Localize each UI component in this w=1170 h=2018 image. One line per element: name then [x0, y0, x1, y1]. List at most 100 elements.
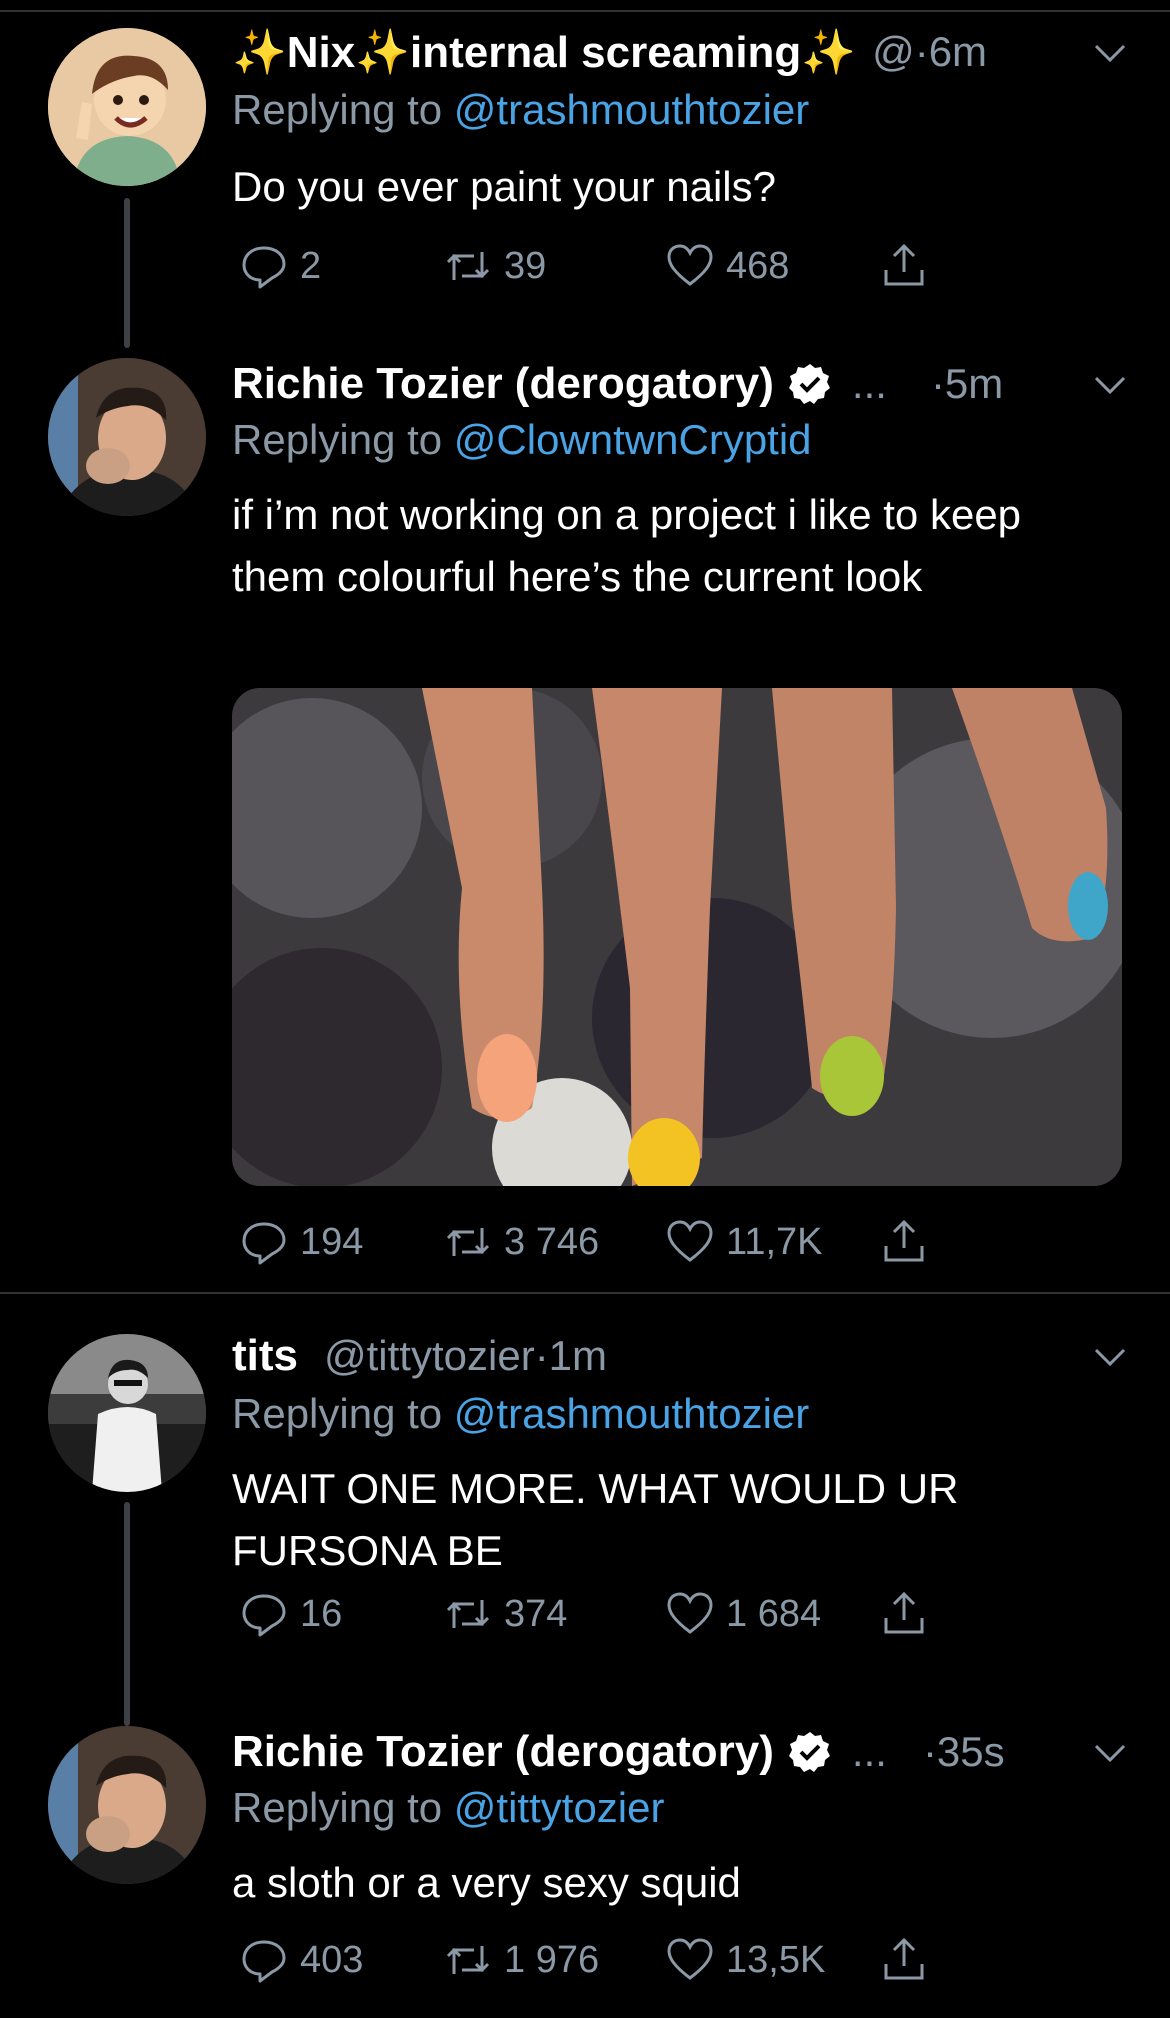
tweet-text: a sloth or a very sexy squid	[232, 1859, 741, 1906]
like-count: 1 684	[726, 1592, 822, 1635]
tweet-actions: 403 1 976 13,5K	[232, 1930, 952, 1990]
display-name[interactable]: tits	[232, 1331, 298, 1381]
tweet-actions: 194 3 746 11,7K	[232, 1212, 952, 1272]
reply-icon	[242, 1594, 286, 1637]
chevron-down-icon[interactable]	[1090, 364, 1130, 404]
tweet-text: if i’m not working on a project i like t…	[232, 491, 1022, 600]
tweet-1[interactable]: ✨Nix✨internal screaming✨ @·6m Replying t…	[0, 0, 1170, 348]
share-icon	[884, 1219, 924, 1262]
reply-count: 2	[300, 244, 322, 287]
reply-icon	[242, 1940, 286, 1983]
tweet-header: tits @tittytozier ·1m	[232, 1328, 1126, 1384]
tweet-actions: 2 39 468	[232, 236, 952, 296]
tweet-header: Richie Tozier (derogatory) ... ·5m	[232, 356, 1126, 412]
heart-icon	[667, 1592, 713, 1634]
replying-to: Replying to @trashmouthtozier	[232, 1390, 809, 1438]
reply-button[interactable]: 2	[238, 236, 321, 296]
reply-count: 403	[300, 1938, 364, 1981]
like-button[interactable]: 11,7K	[664, 1212, 822, 1272]
conversation-divider	[0, 1292, 1170, 1294]
tweet-2[interactable]: Richie Tozier (derogatory) ... ·5m Reply…	[0, 330, 1170, 1292]
share-icon	[884, 1591, 924, 1634]
avatar[interactable]	[48, 1334, 206, 1492]
retweet-button[interactable]: 39	[442, 236, 546, 296]
like-button[interactable]: 1 684	[664, 1584, 821, 1644]
avatar[interactable]	[48, 1726, 206, 1884]
heart-icon	[667, 244, 713, 286]
retweet-button[interactable]: 1 976	[442, 1930, 599, 1990]
tweet-header: ✨Nix✨internal screaming✨ @·6m	[232, 24, 1126, 80]
timestamp[interactable]: ·1m	[535, 1332, 607, 1380]
reply-count: 194	[300, 1220, 364, 1263]
retweet-count: 374	[504, 1592, 568, 1635]
timestamp[interactable]: ·5m	[931, 360, 1003, 408]
reply-icon	[242, 246, 286, 289]
replying-label: Replying to	[232, 86, 443, 133]
chevron-down-icon[interactable]	[1090, 1336, 1130, 1376]
retweet-icon	[446, 1946, 490, 1974]
like-count: 11,7K	[726, 1220, 823, 1263]
tweet-text: Do you ever paint your nails?	[232, 163, 776, 210]
replying-label: Replying to	[232, 1390, 443, 1437]
avatar[interactable]	[48, 358, 206, 516]
display-name[interactable]: Richie Tozier (derogatory)	[232, 1727, 774, 1777]
replying-label: Replying to	[232, 1784, 443, 1831]
tweet-4[interactable]: Richie Tozier (derogatory) ... ·35s Repl…	[0, 1704, 1170, 2018]
replying-to-link[interactable]: @trashmouthtozier	[454, 1390, 809, 1437]
reply-count: 16	[300, 1592, 343, 1635]
verified-badge-icon	[788, 1732, 830, 1772]
retweet-icon	[446, 252, 490, 280]
tweet-text: WAIT ONE MORE. WHAT WOULD UR FURSONA BE	[232, 1465, 959, 1574]
like-count: 468	[726, 244, 790, 287]
replying-to: Replying to @trashmouthtozier	[232, 86, 809, 134]
replying-to-link[interactable]: @trashmouthtozier	[454, 86, 809, 133]
reply-icon	[242, 1222, 286, 1265]
replying-to: Replying to @ClowntwnCryptid	[232, 416, 812, 464]
retweet-icon	[446, 1600, 490, 1628]
tweet-actions: 16 374 1 684	[232, 1584, 952, 1644]
replying-to-link[interactable]: @tittytozier	[454, 1784, 665, 1831]
timestamp[interactable]: ·35s	[923, 1728, 1005, 1776]
thread-line	[124, 198, 130, 348]
retweet-count: 3 746	[504, 1220, 600, 1263]
reply-button[interactable]: 194	[238, 1212, 363, 1272]
replying-to: Replying to @tittytozier	[232, 1784, 664, 1832]
share-icon	[884, 1937, 924, 1980]
photo-avatar-icon	[48, 358, 206, 516]
handle-truncated[interactable]: ...	[852, 1728, 887, 1776]
retweet-button[interactable]: 374	[442, 1584, 567, 1644]
avatar[interactable]	[48, 28, 206, 186]
chevron-down-icon[interactable]	[1090, 32, 1130, 72]
display-name[interactable]: ✨Nix✨internal screaming✨	[232, 26, 856, 78]
handle[interactable]: @tittytozier	[324, 1332, 535, 1380]
tweet-3[interactable]: tits @tittytozier ·1m Replying to @trash…	[0, 1310, 1170, 1726]
heart-icon	[667, 1220, 713, 1262]
handle-truncated[interactable]: ...	[852, 360, 887, 408]
reply-button[interactable]: 403	[238, 1930, 363, 1990]
retweet-count: 1 976	[504, 1938, 600, 1981]
tweet-header: Richie Tozier (derogatory) ... ·35s	[232, 1724, 1126, 1780]
display-name[interactable]: Richie Tozier (derogatory)	[232, 359, 774, 409]
share-button[interactable]	[878, 1930, 930, 1990]
tweet-image[interactable]	[232, 688, 1122, 1186]
handle-time[interactable]: @·6m	[872, 28, 987, 76]
replying-to-link[interactable]: @ClowntwnCryptid	[454, 416, 812, 463]
replying-label: Replying to	[232, 416, 443, 463]
chevron-down-icon[interactable]	[1090, 1732, 1130, 1772]
photo-avatar-icon	[48, 1726, 206, 1884]
like-button[interactable]: 13,5K	[664, 1930, 825, 1990]
like-count: 13,5K	[726, 1938, 826, 1981]
cartoon-avatar-icon	[48, 28, 206, 186]
photo-avatar-icon	[48, 1334, 206, 1492]
share-button[interactable]	[878, 1584, 930, 1644]
verified-badge-icon	[788, 364, 830, 404]
share-icon	[884, 243, 924, 286]
thread-line	[124, 1502, 130, 1726]
share-button[interactable]	[878, 1212, 930, 1272]
nails-photo-icon	[232, 688, 1122, 1186]
reply-button[interactable]: 16	[238, 1584, 342, 1644]
heart-icon	[667, 1938, 713, 1980]
retweet-button[interactable]: 3 746	[442, 1212, 599, 1272]
like-button[interactable]: 468	[664, 236, 789, 296]
share-button[interactable]	[878, 236, 930, 296]
